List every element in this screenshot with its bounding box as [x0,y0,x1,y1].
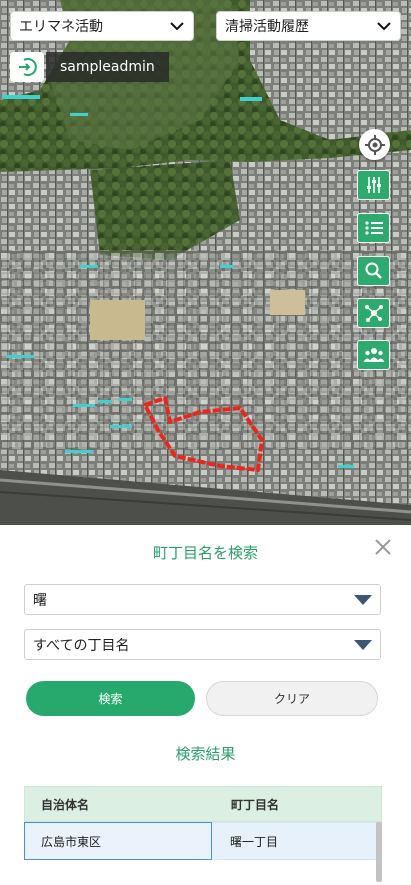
list-icon [364,221,383,235]
user-box: sampleadmin [10,52,169,82]
clear-button[interactable]: クリア [206,681,378,716]
chevron-down-icon [377,22,391,31]
column-header-municipality: 自治体名 [41,797,90,812]
search-icon [365,262,382,279]
logout-icon [19,58,37,76]
results-table: 自治体名 町丁目名 広島市東区 曙一丁目 [24,786,382,860]
cell-municipality[interactable]: 広島市東区 [24,822,212,860]
results-scrollbar[interactable] [376,822,382,882]
search-button[interactable] [357,256,390,286]
search-panel: 町丁目名を検索 曙 すべての丁目名 検索 クリア 検索結果 自治体名 町丁目名 … [0,525,411,885]
results-title: 検索結果 [175,745,236,763]
table-header: 自治体名 町丁目名 [24,786,382,822]
network-icon [364,305,383,322]
history-select-value: 清掃活動履歴 [225,19,309,35]
table-row[interactable]: 広島市東区 曙一丁目 [24,822,382,860]
locate-icon [364,134,385,155]
caret-down-icon [354,594,372,605]
network-button[interactable] [357,298,390,328]
layer-adjust-button[interactable] [357,170,390,200]
list-button[interactable] [357,213,390,243]
history-select[interactable]: 清掃活動履歴 [216,11,401,41]
town-dropdown[interactable]: すべての丁目名 [24,629,381,660]
group-button[interactable] [357,340,390,370]
area-dropdown-value: 曙 [33,592,47,609]
area-dropdown[interactable]: 曙 [24,584,381,615]
layer-adjust-icon [366,177,381,193]
town-dropdown-value: すべての丁目名 [33,637,130,654]
locate-button[interactable] [359,129,390,160]
search-submit-button[interactable]: 検索 [26,681,195,716]
close-icon[interactable] [373,537,393,557]
column-header-town: 町丁目名 [231,797,280,812]
user-name: sampleadmin [46,52,169,82]
area-select[interactable]: エリマネ活動 [10,11,194,41]
map-view[interactable]: エリマネ活動 清掃活動履歴 sampleadmin [0,0,411,525]
panel-title: 町丁目名を検索 [152,544,258,562]
cell-town[interactable]: 曙一丁目 [212,822,382,860]
group-icon [363,348,384,362]
caret-down-icon [354,639,372,650]
logout-button[interactable] [10,52,44,82]
chevron-down-icon [170,22,184,31]
area-select-value: エリマネ活動 [19,19,103,35]
